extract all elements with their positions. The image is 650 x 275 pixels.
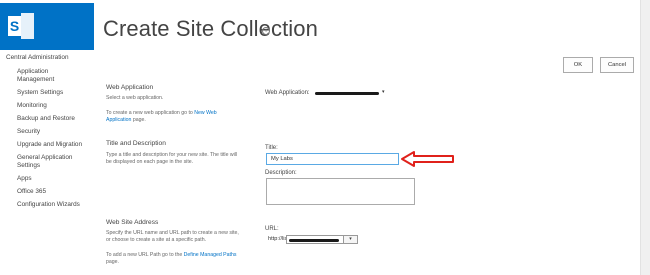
sidebar-item-apps[interactable]: Apps [17,175,32,183]
sidebar-item-monitoring[interactable]: Monitoring [17,102,47,110]
redacted-web-application-value [315,92,379,95]
url-path-select[interactable]: ▾ [343,235,358,244]
redacted-url-value [289,239,339,242]
web-site-address-section-title: Web Site Address [106,219,159,226]
sharepoint-logo-icon: S [8,13,34,39]
description-textarea[interactable] [266,178,415,205]
vertical-scrollbar[interactable] [640,0,650,275]
sidebar-item-security[interactable]: Security [17,128,40,136]
title-label: Title: [265,145,278,151]
web-application-dropdown[interactable]: ▾ [315,89,387,98]
new-web-application-link[interactable]: New Web [194,110,216,116]
title-description-desc-line2: be displayed on each page in the site. [106,159,194,165]
web-site-address-note: To add a new URL Path go to the Define M… [106,252,256,259]
title-input[interactable]: My Labs [266,153,399,165]
web-application-section-title: Web Application [106,84,154,91]
sharepoint-logo[interactable]: S [0,3,94,50]
sidebar-item-upgrade-and-migration[interactable]: Upgrade and Migration [17,141,82,149]
web-application-note: To create a new web application go to Ne… [106,110,256,117]
ok-button[interactable]: OK [563,57,593,73]
red-arrow-icon [401,151,454,167]
cancel-button[interactable]: Cancel [600,57,634,73]
sidebar-item-application-management-line2[interactable]: Management [17,76,54,84]
sidebar-item-configuration-wizards[interactable]: Configuration Wizards [17,201,80,209]
web-application-note-suffix: page. [131,117,146,123]
web-site-address-desc-line2: or choose to create a site at a specific… [106,237,207,243]
info-icon[interactable]: i [262,27,270,35]
page-title: Create Site Collection [103,16,318,41]
sidebar-item-backup-and-restore[interactable]: Backup and Restore [17,115,75,123]
svg-text:S: S [10,18,19,34]
web-site-address-note-suffix: page. [106,259,119,265]
sidebar-header-central-administration[interactable]: Central Administration [6,54,69,62]
url-path-field[interactable] [286,235,344,244]
web-site-address-note-prefix: To add a new URL Path go to the [106,252,184,258]
title-description-section-title: Title and Description [106,140,166,147]
description-label: Description: [265,170,297,176]
web-application-section-desc: Select a web application. [106,95,164,101]
url-prefix-text: http://lis [268,236,288,242]
new-web-application-link-line2[interactable]: Application [106,117,131,123]
chevron-down-icon: ▾ [382,89,385,95]
sidebar-item-general-application-settings-line2[interactable]: Settings [17,162,40,170]
web-site-address-desc-line1: Specify the URL name and URL path to cre… [106,230,239,236]
sidebar-item-application-management[interactable]: Application [17,68,48,76]
web-application-note-line2: Application page. [106,117,256,124]
url-label: URL: [265,226,279,232]
chevron-down-icon: ▾ [349,236,352,242]
web-application-note-prefix: To create a new web application go to [106,110,195,116]
sidebar-item-system-settings[interactable]: System Settings [17,89,63,97]
sidebar-item-general-application-settings[interactable]: General Application [17,154,72,162]
sidebar-item-office-365[interactable]: Office 365 [17,188,46,196]
web-application-label: Web Application: [265,90,310,96]
title-description-desc-line1: Type a title and description for your ne… [106,152,238,158]
define-managed-paths-link[interactable]: Define Managed Paths [184,252,237,258]
